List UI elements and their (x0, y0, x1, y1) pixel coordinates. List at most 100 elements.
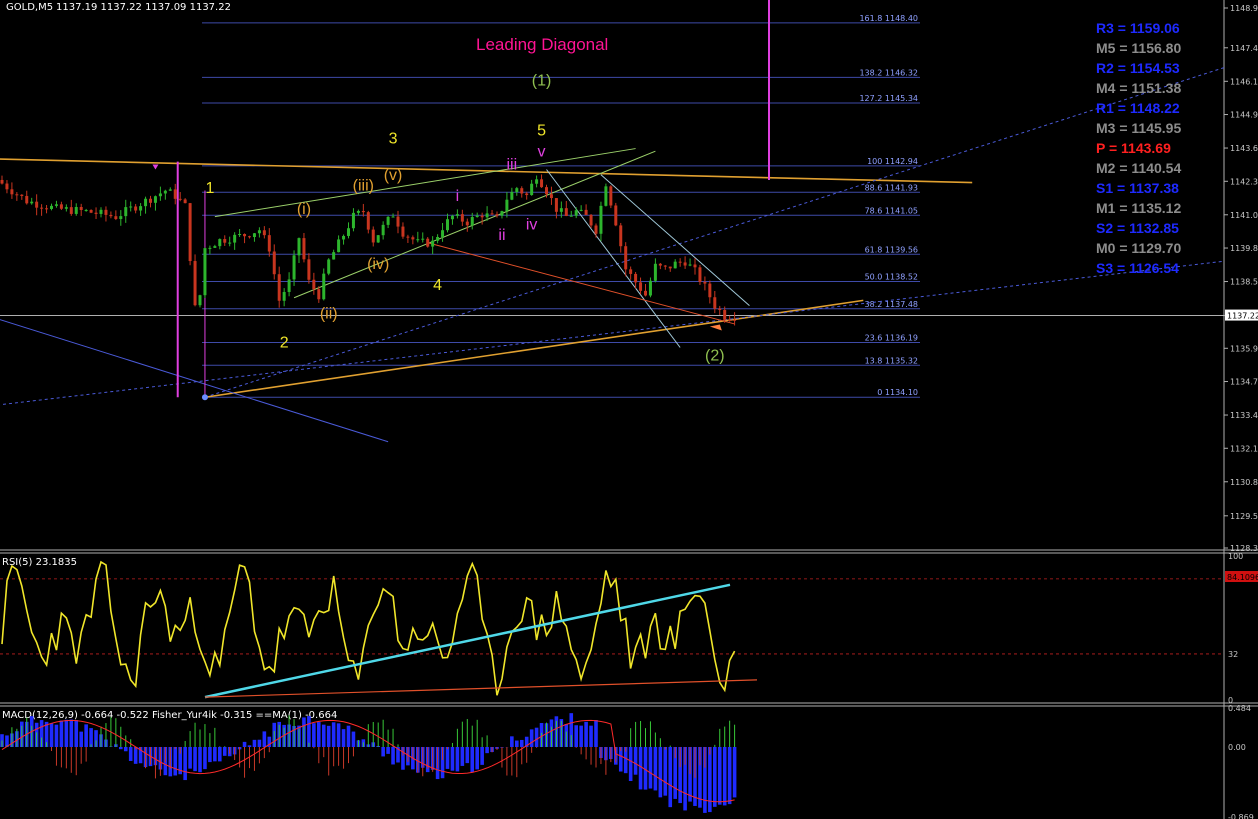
candle-body (317, 289, 321, 300)
candle-body (406, 236, 410, 238)
candle-body (124, 207, 128, 217)
macd-bar (123, 746, 128, 752)
candle-body (470, 217, 474, 226)
candle-body (228, 242, 232, 244)
price-tick-label: 1146.17 (1230, 77, 1258, 86)
macd-bar (331, 722, 336, 747)
fib-level-label: 61.8 1139.56 (865, 245, 918, 254)
wave-label: 5 (537, 122, 546, 139)
candle-body (549, 194, 553, 199)
macd-bar (391, 746, 395, 765)
macd-bar (510, 736, 514, 747)
candle-body (35, 201, 39, 208)
candle-body (703, 281, 707, 284)
macd-bar (717, 746, 722, 805)
pivot-label: M3 = 1145.95 (1096, 120, 1181, 136)
current-price-label: 1137.22 (1227, 312, 1258, 321)
candle-body (619, 225, 623, 247)
pivot-label: P = 1143.69 (1096, 140, 1171, 156)
candle-body (168, 189, 172, 191)
fib-level-label: 127.2 1145.34 (859, 94, 918, 103)
candle-body (530, 183, 534, 196)
candle-body (322, 273, 326, 300)
candle-body (262, 230, 266, 236)
candle-body (604, 186, 608, 206)
candle-body (188, 203, 192, 262)
candle-body (441, 230, 445, 237)
candle-body (505, 199, 509, 212)
macd-bar (183, 746, 187, 781)
candle-body (723, 310, 727, 320)
candle-body (69, 207, 73, 214)
macd-bar (208, 746, 212, 763)
fib-level-label: 78.6 1141.05 (865, 206, 918, 215)
candle-body (648, 280, 652, 296)
pivot-label: R3 = 1159.06 (1096, 20, 1180, 36)
candle-body (64, 207, 68, 209)
candle-body (584, 209, 588, 215)
macd-bar (633, 746, 638, 775)
rsi-tick-label: 32 (1228, 650, 1238, 659)
macd-bar (222, 746, 227, 756)
candle-body (668, 266, 672, 269)
candle-body (307, 259, 311, 280)
macd-bar (574, 725, 578, 747)
macd-bar (89, 728, 93, 747)
candle-body (644, 290, 647, 296)
wave-label: 4 (433, 277, 442, 294)
wave-label: v (538, 143, 546, 160)
candle-body (5, 183, 9, 190)
macd-bar (534, 727, 539, 747)
macd-tick-label: 0.00 (1228, 743, 1246, 752)
candle-body (589, 214, 593, 226)
candle-body (515, 188, 519, 193)
macd-bar (218, 746, 222, 762)
macd-bar (54, 724, 59, 747)
macd-bar (445, 746, 450, 769)
wave-label: (ii) (320, 306, 338, 323)
fib-level-label: 13.8 1135.32 (865, 356, 918, 365)
candle-body (351, 212, 355, 229)
candle-body (416, 239, 420, 241)
macd-bar (713, 746, 717, 807)
fib-level-label: 23.6 1136.19 (865, 334, 918, 343)
macd-bar (732, 746, 737, 798)
candle-body (545, 187, 548, 195)
candle-body (302, 238, 306, 260)
candle-body (10, 189, 14, 195)
candle-body (287, 279, 291, 292)
candle-body (173, 189, 177, 199)
candle-body (658, 263, 662, 266)
candle-body (109, 214, 113, 217)
macd-title: MACD(12,26,9) -0.664 -0.522 Fisher_Yur4i… (2, 710, 337, 721)
macd-bar (529, 729, 534, 747)
candle-body (163, 190, 167, 194)
pivot-label: M4 = 1151.38 (1096, 80, 1181, 96)
candle-body (20, 194, 24, 196)
candle-body (272, 251, 276, 275)
candle-body (134, 206, 138, 211)
candle-body (233, 234, 237, 243)
macd-bar (84, 724, 88, 747)
candle-body (614, 205, 618, 226)
pivot-label: S2 = 1132.85 (1096, 220, 1179, 236)
candle-body (327, 259, 331, 274)
trading-chart[interactable]: 1148.97 1147.45 1146.17 1144.90 1143.62 1142.… (0, 0, 1258, 819)
pivot-label: R1 = 1148.22 (1096, 100, 1180, 116)
candle-body (540, 179, 544, 188)
low-marker (201, 394, 208, 401)
candle-body (460, 214, 464, 222)
macd-bar (465, 746, 470, 764)
macd-bar (312, 723, 316, 747)
candle-body (248, 236, 251, 238)
candle-body (634, 273, 638, 283)
macd-bar (653, 746, 658, 791)
macd-bar (119, 746, 123, 750)
macd-bar (668, 746, 673, 808)
symbol-label: GOLD,M5 (6, 2, 53, 13)
macd-bar (722, 746, 727, 806)
candle-body (450, 215, 454, 220)
candle-body (421, 238, 425, 240)
candle-body (490, 213, 494, 215)
pivot-label: M2 = 1140.54 (1096, 160, 1181, 176)
